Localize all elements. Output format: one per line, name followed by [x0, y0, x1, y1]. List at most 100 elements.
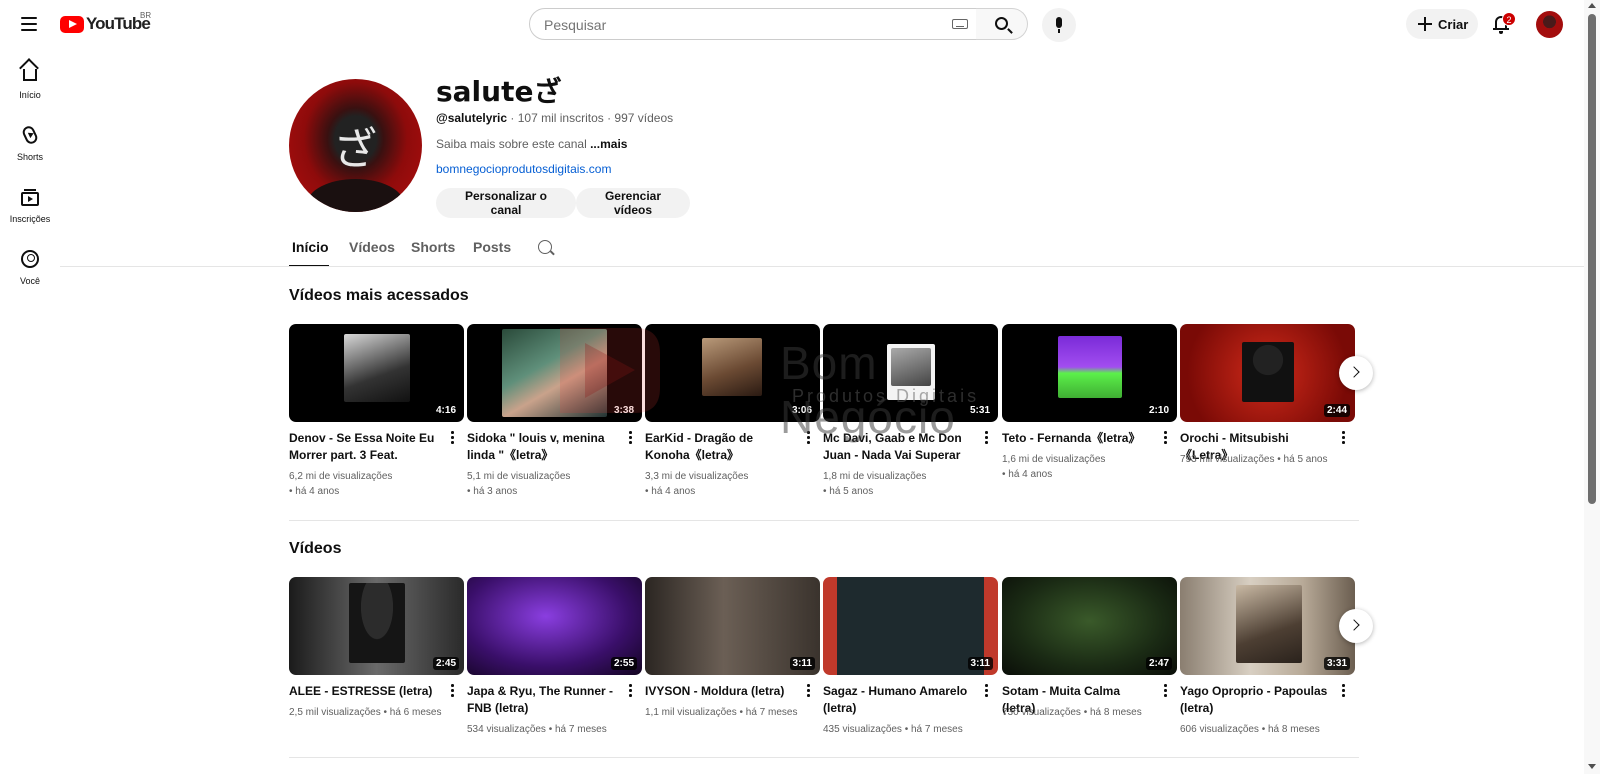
video-title[interactable]: ALEE - ESTRESSE (letra): [289, 683, 437, 700]
tabs-divider: [60, 266, 1584, 267]
video-duration: 3:31: [1323, 657, 1350, 670]
create-label: Criar: [1438, 17, 1469, 32]
video-thumbnail[interactable]: 3:11: [823, 577, 998, 675]
video-thumbnail[interactable]: 2:10: [1002, 324, 1177, 422]
video-title[interactable]: Mc Davi, Gaab e Mc Don Juan - Nada Vai S…: [823, 430, 971, 464]
video-duration: 3:38: [610, 404, 637, 417]
microphone-icon: [1056, 17, 1062, 28]
sidebar-item-shorts[interactable]: Shorts: [0, 118, 60, 176]
tab-videos[interactable]: Vídeos: [349, 239, 395, 255]
channel-search-icon[interactable]: [538, 240, 552, 254]
more-options-icon[interactable]: [1339, 430, 1347, 444]
voice-search-button[interactable]: [1042, 8, 1076, 42]
video-title[interactable]: IVYSON - Moldura (letra): [645, 683, 793, 700]
keyboard-icon[interactable]: [952, 19, 968, 29]
video-age: • há 7 meses: [739, 707, 798, 718]
video-thumbnail[interactable]: 2:45: [289, 577, 464, 675]
youtube-play-icon: [60, 15, 84, 33]
shelf-divider: [289, 520, 1359, 521]
shelf-next-button[interactable]: [1339, 609, 1373, 643]
tab-posts[interactable]: Posts: [473, 239, 511, 255]
video-views: 1,1 mil visualizações • há 7 meses: [645, 707, 798, 718]
video-title[interactable]: Sagaz - Humano Amarelo (letra): [823, 683, 971, 717]
video-views: 793 mil visualizações • há 5 anos: [1180, 454, 1328, 465]
sidebar-item-label: Início: [19, 90, 41, 100]
video-title[interactable]: Japa & Ryu, The Runner - FNB (letra): [467, 683, 615, 717]
channel-description[interactable]: Saiba mais sobre este canal ...mais: [436, 137, 627, 151]
more-link[interactable]: ...mais: [590, 137, 627, 151]
video-age: • há 4 anos: [289, 486, 340, 497]
video-views: 6,2 mi de visualizações: [289, 471, 393, 482]
search-icon: [995, 17, 1008, 30]
more-options-icon[interactable]: [626, 683, 634, 697]
video-thumbnail[interactable]: 3:31: [1180, 577, 1355, 675]
video-thumbnail[interactable]: 3:38: [467, 324, 642, 422]
search-box: [529, 8, 977, 40]
description-text: Saiba mais sobre este canal: [436, 137, 591, 151]
video-duration: 3:11: [789, 657, 815, 670]
video-views: 730 visualizações • há 8 meses: [1002, 707, 1142, 718]
more-options-icon[interactable]: [1161, 683, 1169, 697]
sidebar-item-subscriptions[interactable]: Inscrições: [0, 180, 60, 238]
video-thumbnail[interactable]: 2:47: [1002, 577, 1177, 675]
sidebar-item-home[interactable]: Início: [0, 56, 60, 114]
more-options-icon[interactable]: [626, 430, 634, 444]
manage-videos-button[interactable]: Gerenciar vídeos: [576, 188, 690, 218]
page-scrollbar[interactable]: [1584, 0, 1600, 774]
video-thumbnail[interactable]: 3:06: [645, 324, 820, 422]
scrollbar-thumb[interactable]: [1588, 14, 1596, 504]
shelf-next-button[interactable]: [1339, 356, 1373, 390]
video-title[interactable]: Denov - Se Essa Noite Eu Morrer part. 3 …: [289, 430, 437, 464]
video-duration: 5:31: [966, 404, 993, 417]
search-input[interactable]: [544, 15, 924, 35]
channel-stats: · 107 mil inscritos · 997 vídeos: [507, 111, 674, 125]
video-age: • há 5 anos: [823, 486, 874, 497]
video-thumbnail[interactable]: 4:16: [289, 324, 464, 422]
scroll-up-arrow-icon[interactable]: [1588, 3, 1596, 8]
video-title[interactable]: Yago Oproprio - Papoulas (letra): [1180, 683, 1328, 717]
video-title[interactable]: EarKid - Dragão de Konoha《letra》: [645, 430, 793, 464]
more-options-icon[interactable]: [1161, 430, 1169, 444]
video-duration: 3:11: [967, 657, 993, 670]
video-duration: 2:10: [1145, 404, 1172, 417]
notification-badge: 2: [1502, 12, 1516, 26]
more-options-icon[interactable]: [804, 430, 812, 444]
more-options-icon[interactable]: [1339, 683, 1347, 697]
shelf-title-popular[interactable]: Vídeos mais acessados: [289, 287, 469, 305]
search-button[interactable]: [976, 8, 1028, 40]
youtube-logo[interactable]: YouTube: [60, 14, 151, 34]
video-thumbnail[interactable]: 2:55: [467, 577, 642, 675]
more-options-icon[interactable]: [448, 430, 456, 444]
more-options-icon[interactable]: [448, 683, 456, 697]
create-button[interactable]: Criar: [1406, 9, 1478, 39]
sidebar-item-label: Você: [19, 276, 41, 286]
video-views: 606 visualizações • há 8 meses: [1180, 724, 1320, 735]
sidebar-item-you[interactable]: Você: [0, 242, 60, 300]
video-thumbnail[interactable]: 3:11: [645, 577, 820, 675]
more-options-icon[interactable]: [982, 683, 990, 697]
video-views: 2,5 mil visualizações • há 6 meses: [289, 707, 442, 718]
customize-channel-button[interactable]: Personalizar o canal: [436, 188, 576, 218]
video-views: 3,3 mi de visualizações: [645, 471, 749, 482]
more-options-icon[interactable]: [804, 683, 812, 697]
video-title[interactable]: Sidoka " louis v, menina linda "《letra》: [467, 430, 615, 464]
channel-avatar[interactable]: ざ: [289, 79, 422, 212]
video-title[interactable]: Teto - Fernanda《letra》: [1002, 430, 1150, 447]
video-thumbnail[interactable]: 5:31: [823, 324, 998, 422]
shelf-title-videos[interactable]: Vídeos: [289, 540, 341, 558]
channel-link[interactable]: bomnegocioprodutosdigitais.com: [436, 162, 611, 176]
video-age: • há 4 anos: [1002, 469, 1053, 480]
account-avatar[interactable]: [1536, 11, 1563, 38]
tab-shorts[interactable]: Shorts: [411, 239, 455, 255]
video-age: • há 4 anos: [645, 486, 696, 497]
video-views: 435 visualizações • há 7 meses: [823, 724, 963, 735]
video-age: • há 8 meses: [1261, 724, 1320, 735]
tab-home[interactable]: Início: [292, 239, 329, 255]
sidebar-item-label: Shorts: [16, 152, 43, 162]
scroll-down-arrow-icon[interactable]: [1588, 764, 1596, 769]
menu-icon[interactable]: [18, 12, 42, 36]
video-thumbnail[interactable]: 2:44: [1180, 324, 1355, 422]
avatar-glyph: ざ: [333, 124, 377, 175]
more-options-icon[interactable]: [982, 430, 990, 444]
top-bar: YouTube BR Criar 2: [0, 0, 1584, 48]
